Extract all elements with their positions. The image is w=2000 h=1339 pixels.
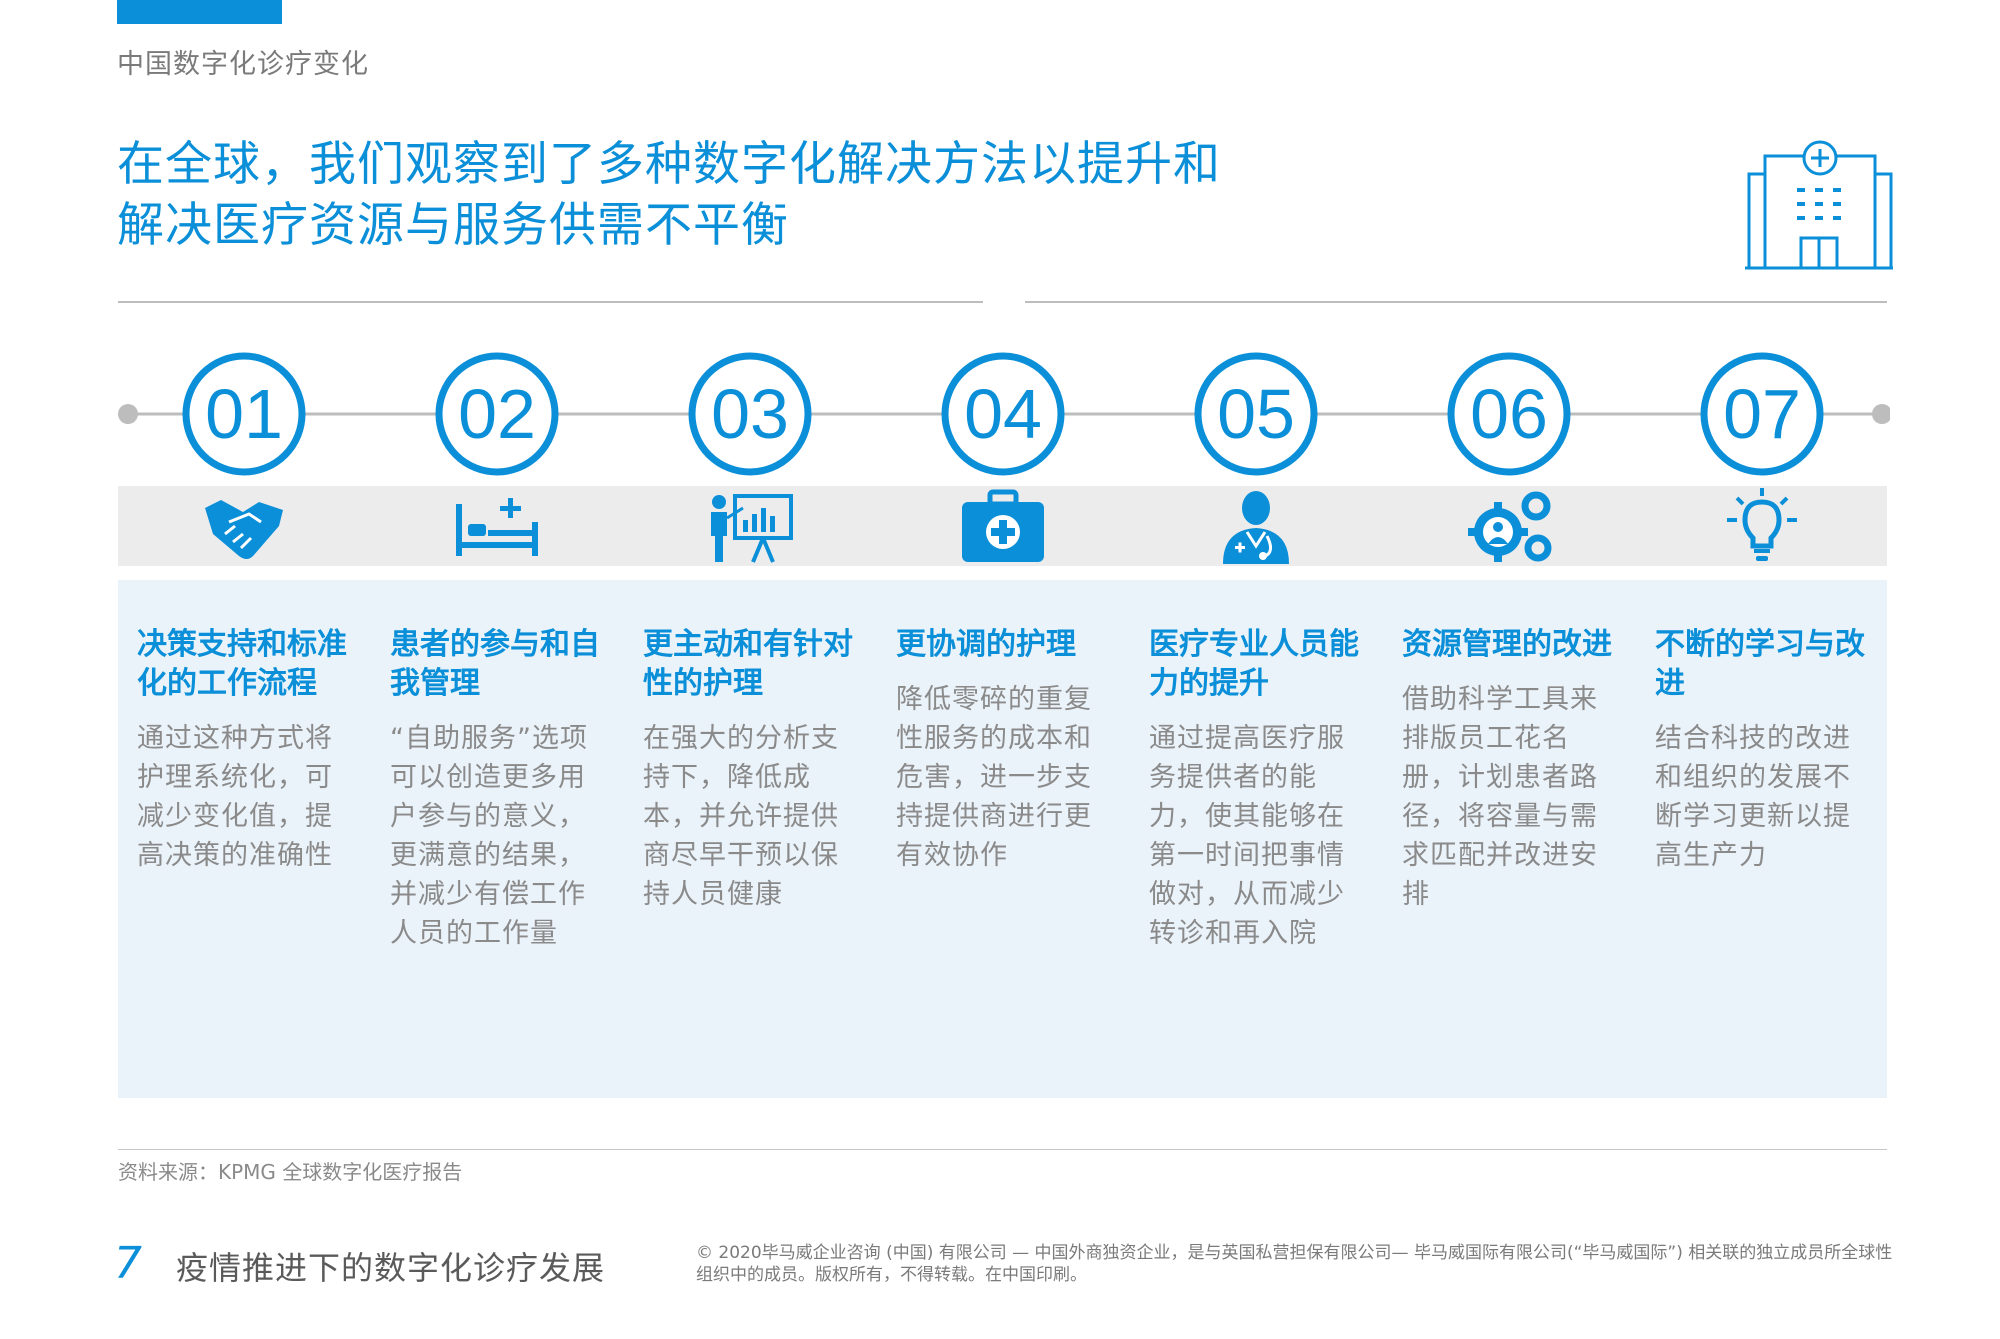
page-title-line-2: 解决医疗资源与服务供需不平衡: [117, 198, 789, 253]
timeline-start-dot: [118, 404, 138, 424]
step-heading-7: 不断的学习与改进: [1655, 627, 1865, 701]
step-number-3: 03: [711, 375, 789, 453]
step-marker-2: 02: [435, 352, 559, 476]
step-marker-7: 07: [1700, 352, 1824, 476]
step-column-2: 患者的参与和自我管理 “自助服务”选项可以创造更多用户参与的意义，更满意的结果，…: [390, 625, 608, 953]
first-aid-kit-icon: [962, 489, 1044, 562]
step-column-5: 医疗专业人员能力的提升 通过提高医疗服务提供者的能力，使其能够在第一时间把事情做…: [1149, 625, 1367, 953]
step-body-4: 降低零碎的重复性服务的成本和危害，进一步支持提供商进行更有效协作: [896, 684, 1092, 871]
doctor-stethoscope-icon: [1223, 491, 1289, 564]
timeline-end-dot: [1872, 404, 1890, 424]
source-note: 资料来源：KPMG 全球数字化医疗报告: [118, 1160, 463, 1184]
footer-divider: [118, 1149, 1887, 1150]
lightbulb-icon: [1727, 488, 1797, 561]
handshake-icon: [205, 500, 283, 559]
presentation-chart-icon: [711, 494, 793, 563]
step-number-4: 04: [964, 375, 1042, 453]
header-divider-right: [1025, 301, 1887, 303]
step-column-4: 更协调的护理 降低零碎的重复性服务的成本和危害，进一步支持提供商进行更有效协作: [896, 625, 1114, 875]
hospital-building-icon: [1745, 140, 1893, 270]
step-number-6: 06: [1470, 375, 1548, 453]
step-heading-2: 患者的参与和自我管理: [390, 627, 600, 701]
gears-person-icon: [1468, 491, 1552, 562]
step-heading-6: 资源管理的改进: [1402, 627, 1612, 662]
step-body-6: 借助科学工具来排版员工花名册，计划患者路径，将容量与需求匹配并改进安排: [1402, 684, 1598, 910]
step-number-7: 07: [1723, 375, 1801, 453]
step-marker-1: 01: [182, 352, 306, 476]
page-title-line-1: 在全球，我们观察到了多种数字化解决方法以提升和: [117, 137, 1221, 192]
step-heading-5: 医疗专业人员能力的提升: [1149, 627, 1359, 701]
step-timeline: 01 02 03 04 05 06 07: [118, 352, 1890, 476]
step-marker-5: 05: [1194, 352, 1318, 476]
step-number-2: 02: [458, 375, 536, 453]
step-column-3: 更主动和有针对性的护理 在强大的分析支持下，降低成本，并允许提供商尽早干预以保持…: [643, 625, 861, 914]
step-body-2: “自助服务”选项可以创造更多用户参与的意义，更满意的结果，并减少有偿工作人员的工…: [390, 723, 588, 949]
steps-content-panel: 决策支持和标准化的工作流程 通过这种方式将护理系统化，可减少变化值，提高决策的准…: [118, 580, 1887, 1098]
step-body-1: 通过这种方式将护理系统化，可减少变化值，提高决策的准确性: [137, 723, 333, 871]
step-body-7: 结合科技的改进和组织的发展不断学习更新以提高生产力: [1655, 723, 1851, 871]
step-heading-1: 决策支持和标准化的工作流程: [137, 627, 347, 701]
step-column-6: 资源管理的改进 借助科学工具来排版员工花名册，计划患者路径，将容量与需求匹配并改…: [1402, 625, 1620, 914]
step-body-3: 在强大的分析支持下，降低成本，并允许提供商尽早干预以保持人员健康: [643, 723, 839, 910]
section-label: 中国数字化诊疗变化: [117, 49, 369, 80]
page-number: 7: [114, 1238, 142, 1289]
step-marker-3: 03: [688, 352, 812, 476]
icon-band: [118, 486, 1887, 566]
footer-title: 疫情推进下的数字化诊疗发展: [176, 1249, 606, 1287]
step-body-5: 通过提高医疗服务提供者的能力，使其能够在第一时间把事情做对，从而减少转诊和再入院: [1149, 723, 1345, 949]
step-column-7: 不断的学习与改进 结合科技的改进和组织的发展不断学习更新以提高生产力: [1655, 625, 1873, 875]
step-column-1: 决策支持和标准化的工作流程 通过这种方式将护理系统化，可减少变化值，提高决策的准…: [137, 625, 355, 875]
step-number-1: 01: [205, 375, 283, 453]
step-marker-4: 04: [941, 352, 1065, 476]
copyright-notice: © 2020毕马威企业咨询 (中国) 有限公司 — 中国外商独资企业，是与英国私…: [696, 1243, 1893, 1285]
hospital-bed-icon: [456, 498, 538, 556]
header-divider-left: [118, 301, 983, 303]
step-heading-3: 更主动和有针对性的护理: [643, 627, 853, 701]
step-number-5: 05: [1217, 375, 1295, 453]
step-marker-6: 06: [1447, 352, 1571, 476]
top-accent-bar: [117, 0, 282, 24]
step-heading-4: 更协调的护理: [896, 627, 1076, 662]
